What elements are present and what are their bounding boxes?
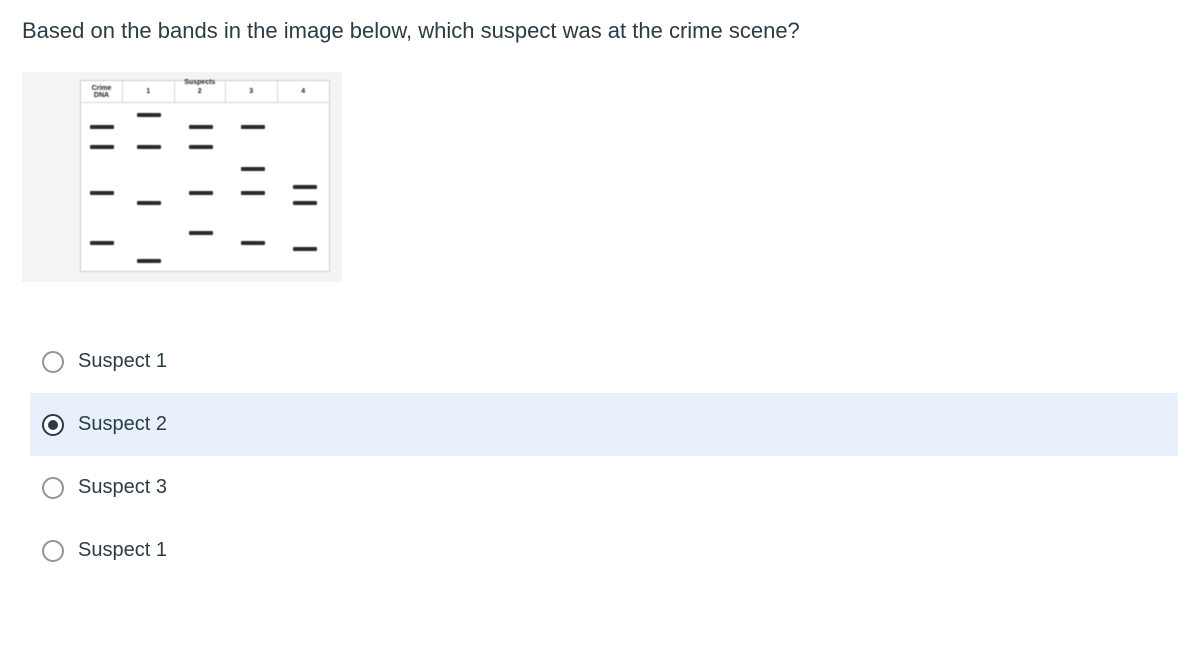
gel-col-1: 1: [123, 81, 175, 102]
gel-image: Crime DNA 1 Suspects 2 3 4: [22, 72, 342, 282]
option-1[interactable]: Suspect 1: [30, 330, 1178, 393]
gel-suspects-label: Suspects: [175, 79, 226, 86]
option-label: Suspect 2: [78, 413, 167, 436]
lane-suspect-4: [279, 103, 331, 271]
option-4[interactable]: Suspect 1: [30, 519, 1178, 582]
question-text: Based on the bands in the image below, w…: [22, 18, 1178, 44]
option-2[interactable]: Suspect 2: [30, 393, 1178, 456]
gel-header: Crime DNA 1 Suspects 2 3 4: [81, 81, 329, 103]
lane-suspect-1: [123, 103, 175, 271]
option-3[interactable]: Suspect 3: [30, 456, 1178, 519]
option-label: Suspect 1: [78, 350, 167, 373]
gel-frame: Crime DNA 1 Suspects 2 3 4: [80, 80, 330, 272]
gel-col-2: Suspects 2: [175, 81, 227, 102]
gel-body: [81, 103, 329, 271]
lane-suspect-3: [227, 103, 279, 271]
option-label: Suspect 1: [78, 539, 167, 562]
lane-crime: [76, 103, 128, 271]
radio-icon: [42, 540, 64, 562]
lane-suspect-2: [175, 103, 227, 271]
radio-icon: [42, 477, 64, 499]
gel-col-crime: Crime DNA: [81, 81, 123, 102]
gel-col-3: 3: [226, 81, 278, 102]
answer-options: Suspect 1 Suspect 2 Suspect 3 Suspect 1: [30, 330, 1178, 582]
option-label: Suspect 3: [78, 476, 167, 499]
radio-icon: [42, 414, 64, 436]
radio-icon: [42, 351, 64, 373]
gel-col-4: 4: [278, 81, 330, 102]
